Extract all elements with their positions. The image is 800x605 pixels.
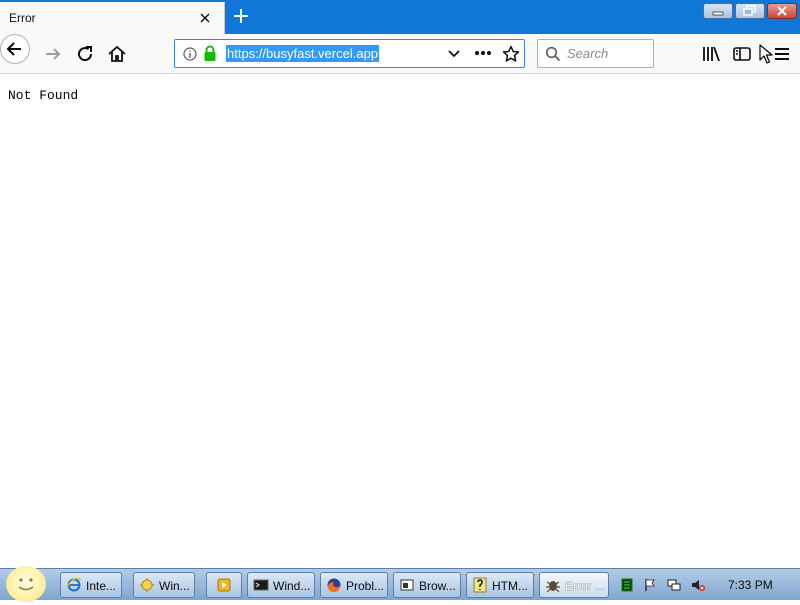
search-input[interactable] bbox=[567, 45, 651, 62]
window-icon bbox=[400, 579, 414, 591]
bug-icon bbox=[546, 581, 560, 593]
taskbar-item-internet-explorer[interactable]: Inte... bbox=[60, 572, 122, 598]
terminal-icon bbox=[253, 579, 269, 591]
smiley-icon bbox=[18, 578, 34, 591]
taskbar-label: Win... bbox=[159, 579, 190, 593]
lock-icon[interactable] bbox=[203, 45, 217, 62]
network-activity-icon[interactable] bbox=[620, 578, 634, 592]
restore-button[interactable] bbox=[735, 3, 765, 19]
taskbar-item-media-player[interactable] bbox=[206, 572, 242, 598]
new-tab-icon[interactable] bbox=[229, 4, 253, 28]
library-icon[interactable] bbox=[699, 42, 723, 66]
internet-explorer-icon bbox=[66, 577, 82, 592]
search-icon bbox=[545, 46, 561, 62]
taskbar-label: Error ... bbox=[565, 579, 606, 593]
chevron-down-icon[interactable] bbox=[447, 48, 461, 60]
search-box[interactable] bbox=[537, 39, 654, 68]
help-file-icon bbox=[473, 577, 487, 593]
firefox-icon bbox=[327, 578, 341, 592]
system-clock[interactable]: 7:33 PM bbox=[728, 578, 773, 592]
taskbar: Inte... Win... Wind... Probl... Brow... … bbox=[0, 566, 800, 602]
folder-icon bbox=[140, 578, 154, 592]
url-text[interactable]: https://busyfast.vercel.app bbox=[226, 45, 380, 62]
tab-title: Error bbox=[9, 11, 36, 25]
media-player-icon bbox=[217, 578, 231, 592]
tab-error[interactable]: Error bbox=[0, 2, 225, 34]
flag-icon[interactable] bbox=[643, 578, 657, 592]
restore-icon bbox=[743, 5, 756, 16]
page-actions-icon[interactable] bbox=[474, 49, 492, 57]
taskbar-item-windows-explorer[interactable]: Win... bbox=[133, 572, 195, 598]
taskbar-label: Probl... bbox=[346, 579, 385, 593]
site-info-icon[interactable] bbox=[183, 47, 197, 61]
reload-icon[interactable] bbox=[73, 42, 97, 66]
url-bar[interactable]: https://busyfast.vercel.app bbox=[174, 39, 525, 68]
bookmark-star-icon[interactable] bbox=[502, 45, 520, 63]
taskbar-label: Wind... bbox=[273, 579, 311, 593]
start-button[interactable] bbox=[6, 566, 46, 602]
forward-arrow-icon[interactable] bbox=[41, 42, 65, 66]
close-tab-icon[interactable] bbox=[197, 10, 213, 26]
minimize-button[interactable] bbox=[703, 3, 733, 19]
close-icon bbox=[777, 6, 787, 16]
menu-icon[interactable] bbox=[770, 42, 794, 66]
back-button[interactable] bbox=[0, 34, 30, 64]
back-arrow-icon bbox=[6, 42, 21, 56]
taskbar-item-error[interactable]: Error ... bbox=[539, 572, 609, 598]
page-body-text: Not Found bbox=[8, 88, 79, 103]
taskbar-label: Brow... bbox=[419, 579, 456, 593]
tab-strip: Error bbox=[0, 0, 800, 34]
navigation-toolbar: https://busyfast.vercel.app bbox=[0, 34, 800, 74]
network-icon[interactable] bbox=[667, 578, 681, 592]
taskbar-label: Inte... bbox=[86, 579, 117, 593]
taskbar-item-command-window[interactable]: Wind... bbox=[247, 572, 315, 598]
minimize-icon bbox=[712, 11, 724, 16]
taskbar-item-browser[interactable]: Brow... bbox=[393, 572, 461, 598]
taskbar-label: HTM... bbox=[492, 579, 528, 593]
sidebar-icon[interactable] bbox=[730, 42, 754, 66]
taskbar-item-firefox[interactable]: Probl... bbox=[320, 572, 388, 598]
taskbar-item-html-help[interactable]: HTM... bbox=[466, 572, 534, 598]
home-icon[interactable] bbox=[105, 42, 129, 66]
volume-muted-icon[interactable] bbox=[691, 578, 705, 592]
close-window-button[interactable] bbox=[767, 3, 797, 19]
